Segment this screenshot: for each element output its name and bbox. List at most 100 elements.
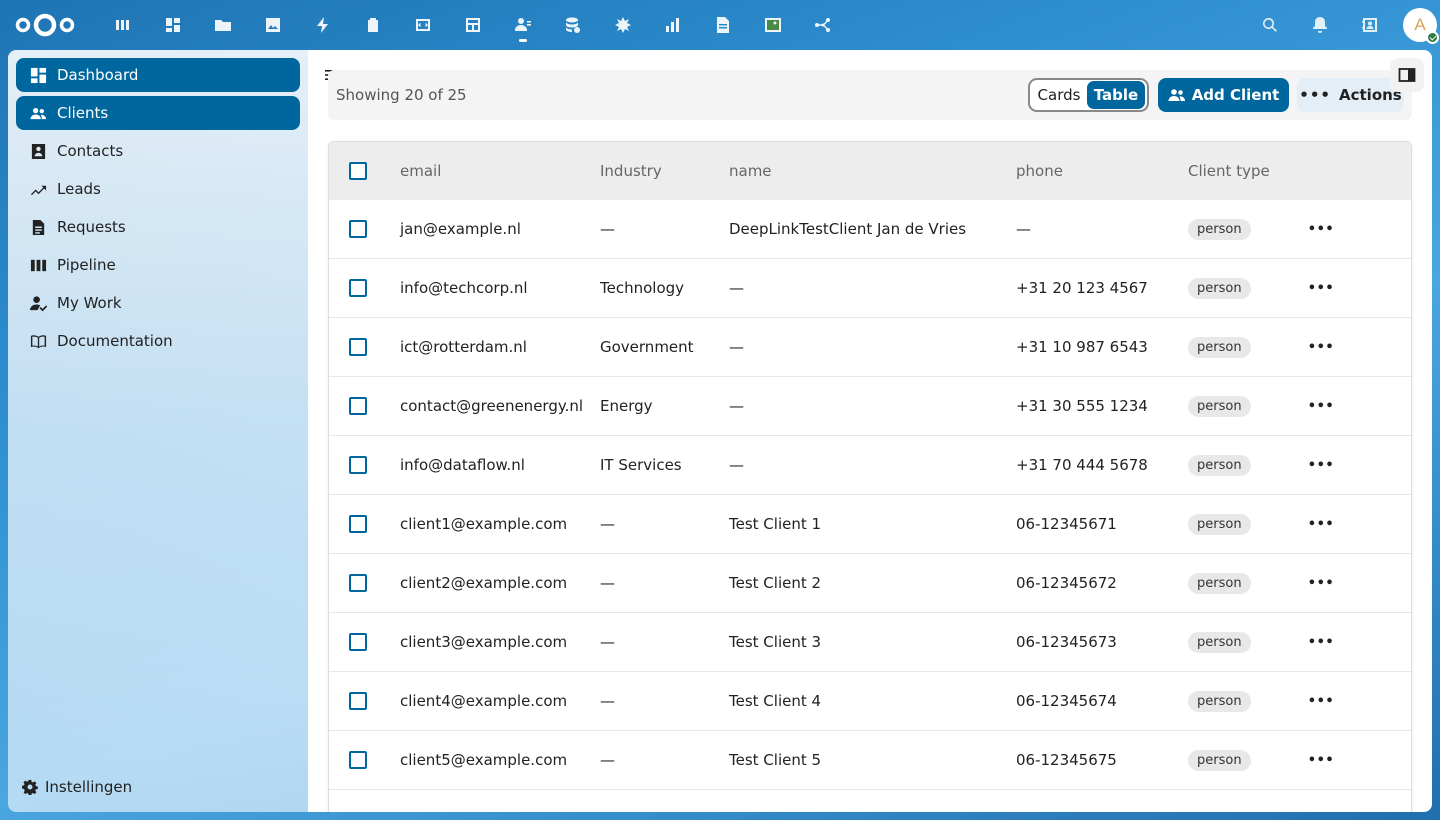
cell-client-type: person <box>1188 259 1251 317</box>
table-row[interactable]: info@dataflow.nl IT Services — +31 70 444 5… <box>329 436 1411 495</box>
row-actions-button[interactable]: ••• <box>1308 394 1334 418</box>
cell-phone: +31 70 444 5678 <box>1016 456 1148 474</box>
openregister-app-icon[interactable] <box>598 0 648 50</box>
table-row[interactable]: contact@greenenergy.nl Energy — +31 30 555 … <box>329 377 1411 436</box>
row-actions-button[interactable]: ••• <box>1308 748 1334 772</box>
add-client-button[interactable]: Add Client <box>1158 78 1289 112</box>
list-toolbar: Showing 20 of 25 Cards Table Add Client … <box>328 70 1412 120</box>
cell-name: — <box>729 338 744 356</box>
column-header-name[interactable]: name <box>729 142 772 200</box>
row-checkbox[interactable] <box>349 692 367 710</box>
client-type-badge: person <box>1188 454 1251 476</box>
row-actions-button[interactable]: ••• <box>1308 512 1334 536</box>
row-actions-cell: ••• <box>1308 436 1334 494</box>
settings-button[interactable]: Instellingen <box>22 778 132 796</box>
cell-phone: 06-12345672 <box>1016 574 1117 592</box>
row-checkbox[interactable] <box>349 751 367 769</box>
table-row[interactable]: info@techcorp.nl Technology — +31 20 123 45… <box>329 259 1411 318</box>
table-row[interactable]: ict@rotterdam.nl Government — +31 10 987 65… <box>329 318 1411 377</box>
table-row[interactable]: jan@example.nl — DeepLinkTestClient Jan de… <box>329 200 1411 259</box>
row-checkbox[interactable] <box>349 338 367 356</box>
select-all-checkbox[interactable] <box>349 162 367 180</box>
cell-email: client5@example.com <box>400 751 568 769</box>
nav-item-dashboard[interactable]: Dashboard <box>16 58 300 92</box>
cell-industry: — <box>600 515 615 533</box>
notifications-bell-icon[interactable] <box>1295 0 1345 50</box>
analytics-app-icon[interactable] <box>648 0 698 50</box>
top-bar: A <box>0 0 1440 50</box>
row-actions-cell: ••• <box>1308 377 1334 435</box>
users-icon <box>1168 89 1185 101</box>
column-header-industry[interactable]: Industry <box>600 142 662 200</box>
view-cards-option[interactable]: Cards <box>1031 81 1087 109</box>
row-checkbox[interactable] <box>349 574 367 592</box>
nav-item-my-work[interactable]: My Work <box>16 286 300 320</box>
cell-industry: — <box>600 633 615 651</box>
row-select-cell <box>349 672 367 730</box>
columns-icon <box>30 259 47 271</box>
cell-industry: — <box>600 220 615 238</box>
search-icon[interactable] <box>1245 0 1295 50</box>
row-checkbox[interactable] <box>349 456 367 474</box>
nav-item-requests[interactable]: Requests <box>16 210 300 244</box>
table-app-icon[interactable] <box>448 0 498 50</box>
column-header-client-type[interactable]: Client type <box>1188 142 1270 200</box>
table-row[interactable]: client4@example.com — Test Client 4 06-1234… <box>329 672 1411 731</box>
row-actions-button[interactable]: ••• <box>1308 630 1334 654</box>
tables-app-icon[interactable] <box>98 0 148 50</box>
row-actions-button[interactable]: ••• <box>1308 689 1334 713</box>
row-checkbox[interactable] <box>349 220 367 238</box>
row-actions-button[interactable]: ••• <box>1308 217 1334 241</box>
nav-item-documentation[interactable]: Documentation <box>16 324 300 358</box>
row-actions-button[interactable]: ••• <box>1308 276 1334 300</box>
nextcloud-logo-icon[interactable] <box>14 12 76 38</box>
cell-industry: — <box>600 751 615 769</box>
nav-item-contacts[interactable]: Contacts <box>16 134 300 168</box>
row-select-cell <box>349 436 367 494</box>
row-actions-button[interactable]: ••• <box>1308 453 1334 477</box>
image-app-icon[interactable] <box>748 0 798 50</box>
app-menu <box>98 0 848 50</box>
cell-client-type: person <box>1188 377 1251 435</box>
row-actions-button[interactable]: ••• <box>1308 335 1334 359</box>
cell-name: Test Client 2 <box>729 574 822 592</box>
files-app-icon[interactable] <box>198 0 248 50</box>
contacts-menu-icon[interactable] <box>1345 0 1395 50</box>
cell-email: client1@example.com <box>400 515 568 533</box>
cell-industry: — <box>600 692 615 710</box>
row-select-cell <box>349 318 367 376</box>
document-app-icon[interactable] <box>698 0 748 50</box>
deck-app-icon[interactable] <box>348 0 398 50</box>
dashboard-app-icon[interactable] <box>148 0 198 50</box>
table-row[interactable]: client5@example.com — Test Client 5 06-1234… <box>329 731 1411 790</box>
actions-button[interactable]: ••• Actions <box>1297 78 1404 112</box>
nav-item-pipeline[interactable]: Pipeline <box>16 248 300 282</box>
photos-app-icon[interactable] <box>248 0 298 50</box>
activity-app-icon[interactable] <box>298 0 348 50</box>
nav-item-leads[interactable]: Leads <box>16 172 300 206</box>
nav-item-clients[interactable]: Clients <box>16 96 300 130</box>
row-checkbox[interactable] <box>349 397 367 415</box>
view-table-option[interactable]: Table <box>1087 81 1145 109</box>
cell-client-type: person <box>1188 731 1251 789</box>
clients-app-icon[interactable] <box>498 0 548 50</box>
client-type-badge: person <box>1188 690 1251 712</box>
row-checkbox[interactable] <box>349 515 367 533</box>
row-checkbox[interactable] <box>349 279 367 297</box>
column-header-phone[interactable]: phone <box>1016 142 1063 200</box>
cell-phone: 06-12345673 <box>1016 633 1117 651</box>
database-app-icon[interactable] <box>548 0 598 50</box>
client-type-badge: person <box>1188 513 1251 535</box>
row-checkbox[interactable] <box>349 633 367 651</box>
nav-label: Clients <box>57 104 109 122</box>
toggle-sidebar-right-button[interactable] <box>1390 58 1424 92</box>
table-row[interactable]: client3@example.com — Test Client 3 06-1234… <box>329 613 1411 672</box>
user-avatar[interactable]: A <box>1403 8 1439 44</box>
code-app-icon[interactable] <box>398 0 448 50</box>
cell-phone: +31 30 555 1234 <box>1016 397 1148 415</box>
table-row[interactable]: client2@example.com — Test Client 2 06-1234… <box>329 554 1411 613</box>
flow-app-icon[interactable] <box>798 0 848 50</box>
table-row[interactable]: client1@example.com — Test Client 1 06-1234… <box>329 495 1411 554</box>
column-header-email[interactable]: email <box>400 142 441 200</box>
row-actions-button[interactable]: ••• <box>1308 571 1334 595</box>
